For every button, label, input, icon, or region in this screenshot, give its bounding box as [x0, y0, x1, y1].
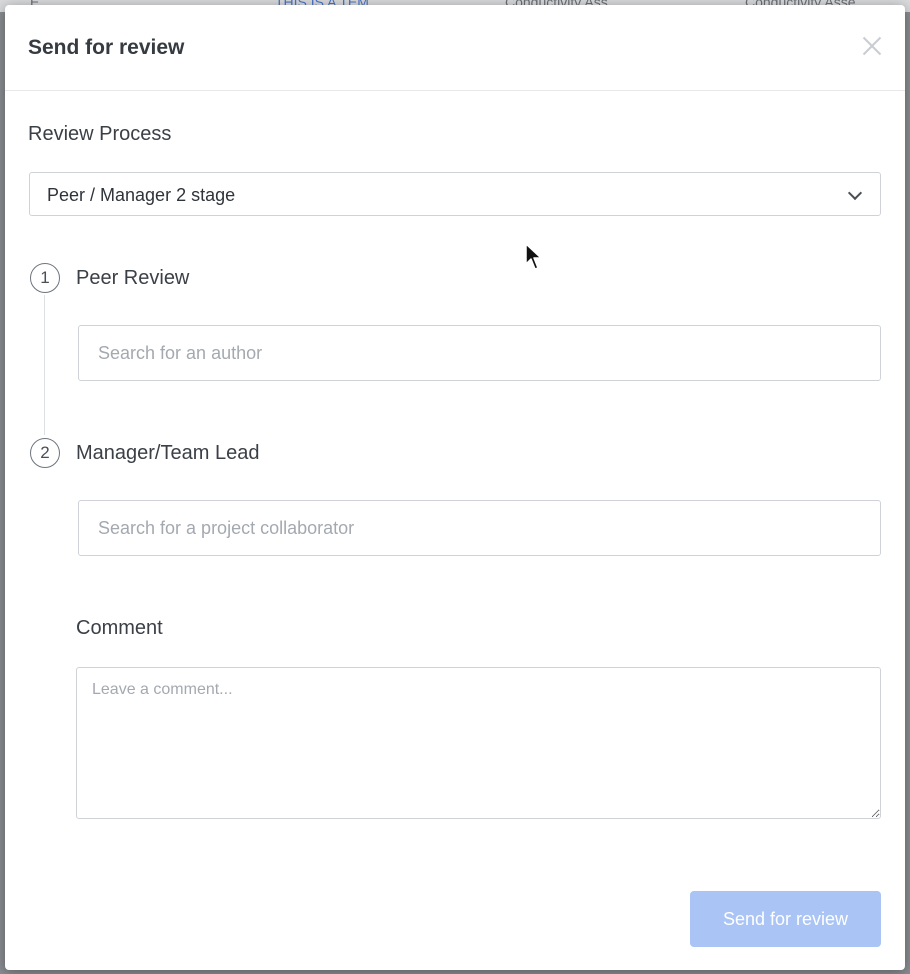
mouse-cursor-icon [525, 243, 542, 270]
manager-search-input[interactable] [78, 500, 881, 556]
review-process-label: Review Process [28, 123, 172, 145]
comment-label: Comment [76, 617, 163, 639]
send-for-review-dialog: Send for review Review Process Peer / Ma… [5, 5, 905, 970]
comment-textarea[interactable] [76, 667, 881, 819]
send-for-review-button[interactable]: Send for review [690, 891, 881, 947]
chevron-down-icon [847, 185, 863, 201]
step-label-peer-review: Peer Review [76, 267, 190, 289]
dialog-header: Send for review [5, 5, 905, 91]
review-process-selected-value: Peer / Manager 2 stage [47, 185, 236, 205]
step-label-manager-team-lead: Manager/Team Lead [76, 442, 260, 464]
peer-review-search-input[interactable] [78, 325, 881, 381]
step-number-1: 1 [30, 263, 60, 293]
step-connector-line [44, 295, 45, 435]
review-process-select[interactable]: Peer / Manager 2 stage [29, 172, 881, 216]
step-number-2: 2 [30, 438, 60, 468]
close-icon[interactable] [859, 33, 885, 59]
dialog-title: Send for review [28, 36, 185, 59]
